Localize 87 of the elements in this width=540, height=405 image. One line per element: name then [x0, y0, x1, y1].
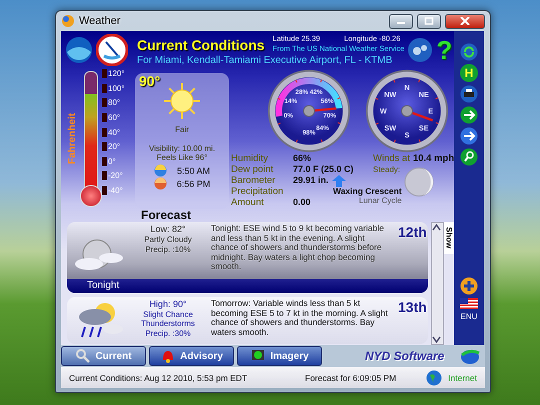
- compass-label: NE: [418, 90, 429, 99]
- needle: [401, 105, 434, 122]
- moon-icon: [404, 167, 434, 197]
- scale-tick-label: 100°: [102, 84, 125, 93]
- scrollbar[interactable]: [431, 222, 444, 345]
- forecast-day: 12th: [398, 224, 424, 278]
- sunset-icon: [154, 177, 167, 190]
- add-icon[interactable]: [460, 277, 478, 295]
- detail-value: 77.0 F (25.0 C): [293, 164, 354, 175]
- scale-tick-label: -20°: [102, 171, 125, 180]
- period-name: Tonight: [67, 279, 428, 293]
- feels-like: Feels Like 96°: [156, 153, 208, 162]
- scale-label: Fahrenheit: [67, 113, 78, 165]
- compass-label: N: [404, 83, 410, 92]
- wind-label: Winds at: [373, 153, 410, 164]
- help-button[interactable]: ?: [436, 37, 452, 63]
- thermometer-bulb: [80, 185, 102, 207]
- compass-label: SW: [384, 124, 396, 133]
- detail-value: 66%: [293, 153, 312, 164]
- detail-label: Barometer: [231, 175, 276, 186]
- forecast-card[interactable]: High: 90° Slight Chance Thunderstorms Precip. :30% Tomorrow: Variable winds less than 5 kt becoming ESE 5 to 7 kt in the morning. A slight chance of showers and thunderstorms. Bay waters smooth. 13th: [67, 297, 428, 344]
- magnifier-icon: [75, 348, 92, 364]
- scroll-down-icon[interactable]: [432, 335, 441, 344]
- sunset-time: 6:56 PM: [176, 178, 210, 188]
- wind-speed: 10.4 mph: [412, 153, 454, 164]
- language-code[interactable]: ENU: [460, 312, 478, 321]
- forecast-text: Tonight: ESE wind 5 to 9 kt becoming variable and less than 5 kt in the evening. A slight chance of showers and thunderstorms before midnight. Bay waters a light chop becoming smooth.: [211, 224, 385, 274]
- condition-text: Fair: [175, 125, 189, 134]
- tab[interactable]: Advisory: [149, 346, 234, 366]
- forecast-title: Forecast: [141, 209, 192, 222]
- maximize-icon: [424, 17, 434, 25]
- moon-caption: Lunar Cycle: [358, 196, 402, 205]
- scale-tick-label: -40°: [102, 186, 125, 195]
- window-title: Weather: [79, 15, 122, 27]
- current-temperature: 90°: [139, 73, 160, 89]
- connection-status: Internet: [448, 372, 477, 382]
- scale-tick-label: 60°: [102, 112, 125, 122]
- up-arrow-icon: [332, 174, 346, 186]
- precipitation-chance: Precip. :30%: [145, 329, 191, 338]
- forecast-condition: Partly Cloudy: [144, 235, 192, 244]
- forecast-text: Tomorrow: Variable winds less than 5 kt becoming ESE 5 to 7 kt in the morning. A slight chance of showers and thunderstorms. Bay waters smooth.: [211, 299, 389, 339]
- detail-label: Dew point: [231, 164, 274, 175]
- minimize-button[interactable]: [389, 14, 413, 28]
- scale-tick-label: 40°: [102, 128, 125, 136]
- compass-label: SE: [418, 124, 429, 133]
- globe-icon: [426, 370, 442, 386]
- section-title: Current Conditions: [137, 37, 265, 53]
- compass-label: E: [428, 106, 434, 116]
- app-icon: [61, 14, 75, 28]
- wind-trend: Steady:: [373, 164, 402, 175]
- compass-label: W: [380, 106, 387, 116]
- detail-label: Amount: [231, 197, 265, 208]
- compass-label: S: [404, 130, 410, 140]
- scroll-up-icon[interactable]: [432, 223, 441, 232]
- sunrise-time: 5:50 AM: [176, 166, 210, 176]
- refresh-icon[interactable]: [460, 43, 478, 61]
- scale-tick-label: 80°: [102, 98, 125, 108]
- detail-label: Precipitation: [231, 186, 284, 197]
- visibility: Visibility: 10.00 mi.: [148, 144, 216, 153]
- close-icon: [460, 17, 470, 25]
- forecast-condition: Slight Chance Thunderstorms: [140, 310, 196, 328]
- show-tab[interactable]: Show: [444, 222, 454, 254]
- detail-label: Humidity: [231, 153, 269, 164]
- location-name: For Miami, Kendall-Tamiami Executive Airport, FL - KTMB: [137, 55, 394, 66]
- brand-logo: NYD Software: [365, 349, 446, 363]
- forecast-day: 13th: [398, 299, 424, 343]
- maximize-button[interactable]: [417, 14, 441, 28]
- precipitation-chance: Precip. :10%: [145, 245, 191, 254]
- forecast-card[interactable]: [67, 222, 428, 293]
- forecast-time: Forecast for 6:09:05 PM: [305, 372, 398, 382]
- flag-icon[interactable]: [460, 298, 478, 309]
- scale-tick-label: 0°: [102, 156, 125, 166]
- close-button[interactable]: [445, 14, 485, 28]
- detail-value: 0.00: [293, 197, 311, 208]
- detail-value: 29.91 in.: [293, 175, 329, 186]
- scale-tick-label: 120°: [102, 69, 125, 78]
- compass-label: NW: [384, 90, 396, 99]
- printer-icon[interactable]: [460, 85, 478, 103]
- tab[interactable]: Imagery: [237, 346, 322, 366]
- forecast-temperature: High: 90°: [149, 299, 187, 309]
- status-text: Current Conditions: Aug 12 2010, 5:53 pm EDT: [69, 372, 248, 382]
- moon-phase: Waxing Crescent: [333, 186, 402, 196]
- arrow-right-icon[interactable]: [460, 127, 478, 145]
- sunrise-icon: [154, 164, 167, 177]
- scale-tick-label: 20°: [102, 142, 125, 152]
- search-icon[interactable]: [460, 148, 478, 166]
- forecast-temperature: Low: 82°: [150, 224, 186, 234]
